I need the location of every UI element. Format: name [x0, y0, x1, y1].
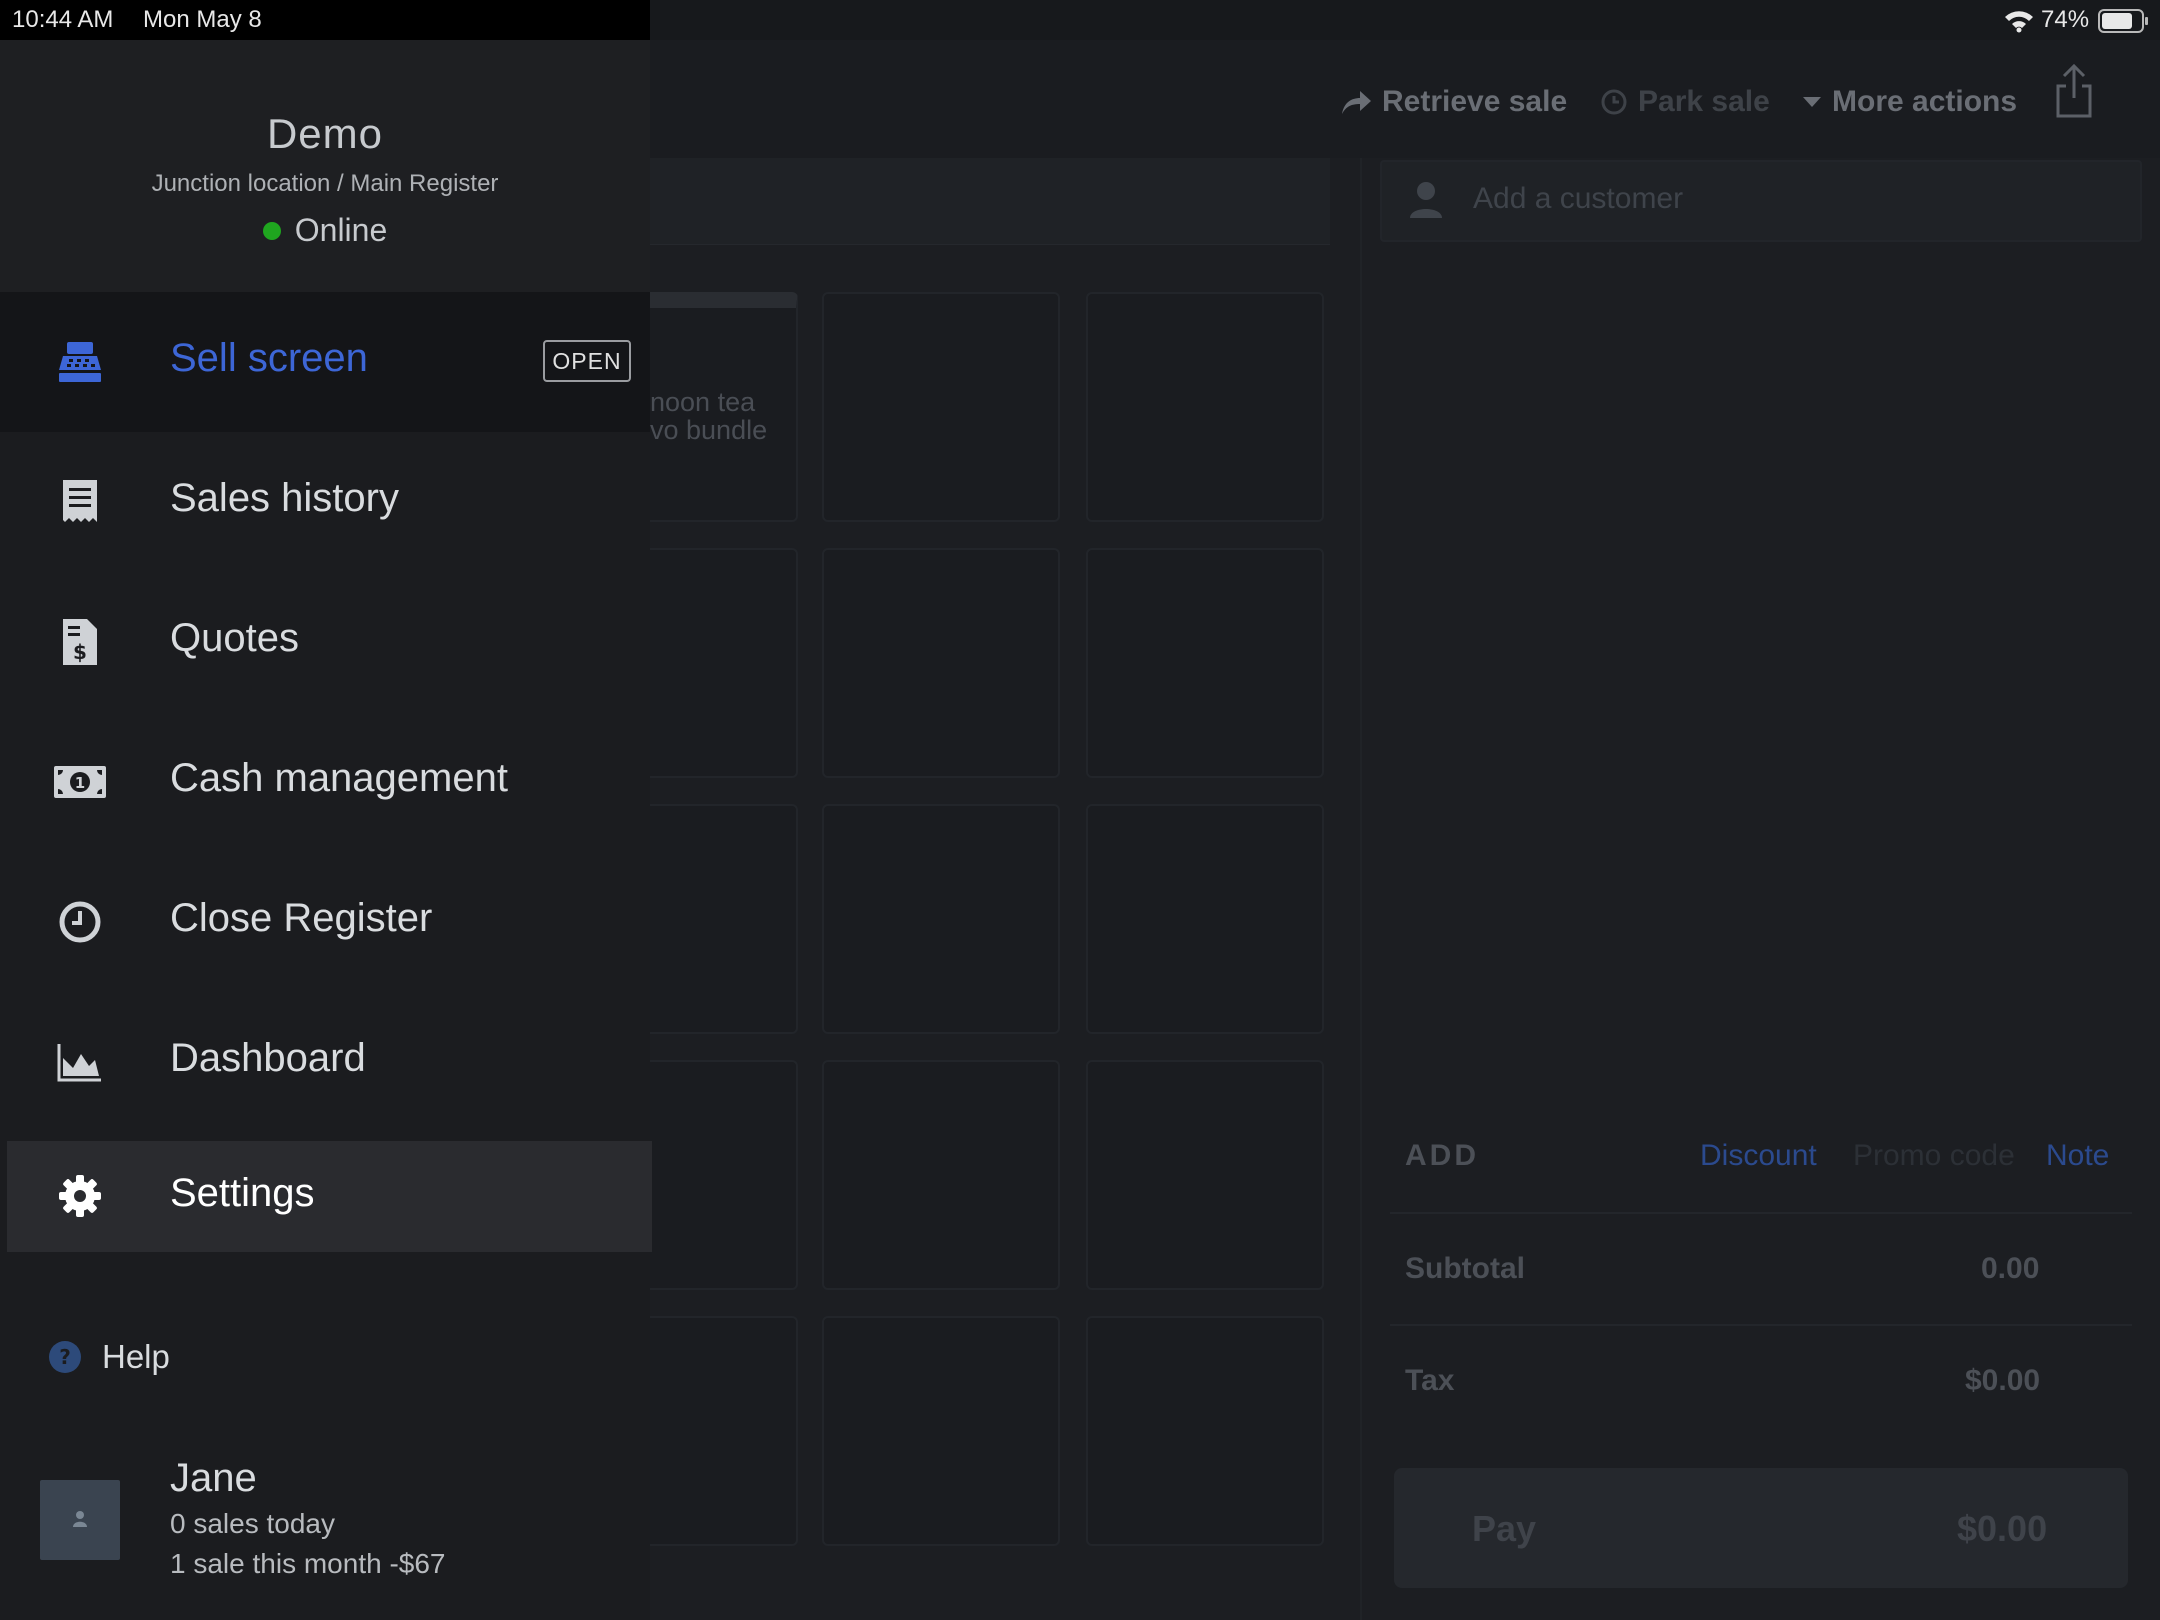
product-tile-name: noon tea vo bundle — [650, 388, 768, 444]
cash-icon: 1 — [50, 752, 110, 812]
share-button[interactable] — [2052, 63, 2096, 120]
gear-icon — [50, 1166, 110, 1226]
product-search-bar[interactable] — [650, 158, 1330, 245]
nav-label-cash-management: Cash management — [170, 756, 508, 800]
status-date: Mon May 8 — [143, 6, 262, 33]
nav-label-quotes: Quotes — [170, 616, 299, 660]
register-icon — [50, 332, 110, 392]
svg-text:$: $ — [73, 640, 87, 664]
product-tile[interactable] — [1086, 292, 1324, 522]
pay-amount: $0.00 — [1957, 1508, 2048, 1549]
retrieve-sale-label: Retrieve sale — [1382, 85, 1568, 118]
area-chart-icon — [50, 1032, 110, 1092]
nav-item-sales-history[interactable]: Sales history — [0, 432, 650, 572]
subtotal-value: 0.00 — [1981, 1252, 2040, 1285]
nav-item-cash-management[interactable]: 1 Cash management — [0, 712, 650, 852]
product-tile[interactable] — [822, 1060, 1060, 1290]
tax-value: $0.00 — [1965, 1364, 2041, 1397]
nav-label-close-register: Close Register — [170, 896, 433, 940]
user-name: Jane — [170, 1456, 257, 1500]
help-link[interactable]: ? Help — [48, 1338, 170, 1376]
divider — [1390, 1212, 2132, 1214]
svg-text:?: ? — [59, 1345, 71, 1369]
nav-label-sell-screen: Sell screen — [170, 336, 368, 380]
subtotal-label: Subtotal — [1405, 1252, 1525, 1285]
share-icon — [2056, 63, 2092, 118]
nav-label-settings: Settings — [170, 1171, 315, 1215]
quote-document-icon: $ — [50, 612, 110, 672]
register-open-badge: OPEN — [543, 340, 631, 382]
product-tile[interactable] — [1086, 548, 1324, 778]
park-sale-label: Park sale — [1638, 85, 1770, 118]
svg-text:1: 1 — [75, 774, 85, 792]
product-tile[interactable] — [1086, 1316, 1324, 1546]
product-tile[interactable] — [822, 292, 1060, 522]
connection-status: Online — [0, 212, 650, 249]
online-dot-icon — [262, 221, 281, 240]
caret-down-icon — [1803, 97, 1821, 107]
user-sales-today: 0 sales today — [170, 1508, 335, 1539]
connection-status-label: Online — [294, 212, 388, 248]
promo-code-link[interactable]: Promo code — [1853, 1136, 2015, 1176]
pay-label: Pay — [1472, 1508, 1537, 1549]
drawer-header — [0, 40, 650, 292]
store-name: Demo — [266, 110, 384, 157]
clock-icon — [50, 892, 110, 952]
tax-label: Tax — [1405, 1364, 1455, 1397]
park-sale-button[interactable]: Park sale — [1600, 80, 1770, 124]
nav-item-settings[interactable]: Settings — [7, 1141, 652, 1252]
user-sales-month: 1 sale this month -$67 — [170, 1548, 446, 1579]
clock-icon — [1601, 89, 1627, 115]
avatar — [40, 1480, 120, 1560]
note-link[interactable]: Note — [2046, 1136, 2109, 1176]
share-arrow-icon — [1342, 91, 1371, 114]
status-time: 10:44 AM — [12, 6, 114, 33]
receipt-icon — [50, 472, 110, 532]
person-icon — [1408, 180, 1444, 220]
register-location: Junction location / Main Register — [151, 170, 499, 197]
more-actions-button[interactable]: More actions — [1802, 80, 2017, 124]
nav-item-close-register[interactable]: Close Register — [0, 852, 650, 992]
help-icon: ? — [49, 1341, 81, 1373]
discount-link[interactable]: Discount — [1700, 1136, 1817, 1176]
retrieve-sale-button[interactable]: Retrieve sale — [1340, 80, 1567, 124]
help-label: Help — [102, 1338, 170, 1375]
battery-percent: 74% — [2041, 6, 2090, 33]
battery-icon — [2098, 8, 2150, 39]
product-tile[interactable] — [1086, 1060, 1324, 1290]
person-icon — [73, 1511, 87, 1527]
divider — [1390, 1324, 2132, 1326]
nav-label-dashboard: Dashboard — [170, 1036, 366, 1080]
wifi-icon — [2004, 9, 2034, 38]
product-tile[interactable] — [822, 804, 1060, 1034]
add-section-label: ADD — [1405, 1139, 1479, 1172]
nav-label-sales-history: Sales history — [170, 476, 399, 520]
product-tile[interactable] — [1086, 804, 1324, 1034]
product-tile[interactable] — [822, 1316, 1060, 1546]
more-actions-label: More actions — [1832, 85, 2018, 118]
sale-panel — [1360, 158, 2160, 1620]
nav-item-dashboard[interactable]: Dashboard — [0, 992, 650, 1132]
nav-item-quotes[interactable]: $ Quotes — [0, 572, 650, 712]
add-customer-placeholder: Add a customer — [1473, 182, 1684, 215]
product-tile[interactable] — [822, 548, 1060, 778]
